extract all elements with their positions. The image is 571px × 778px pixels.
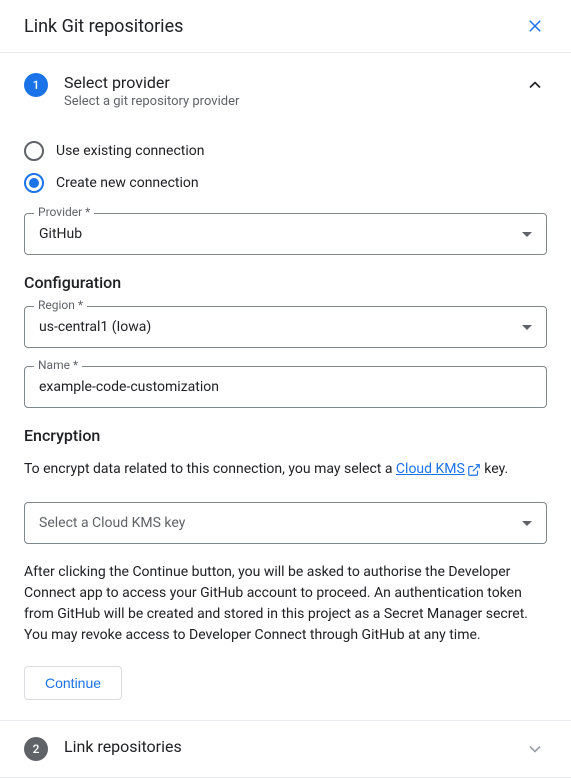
provider-value: GitHub (39, 226, 82, 242)
kms-key-field[interactable]: Select a Cloud KMS key (24, 502, 547, 544)
kms-key-placeholder: Select a Cloud KMS key (39, 515, 185, 531)
chevron-down-icon (525, 739, 545, 759)
dropdown-arrow-icon (522, 521, 532, 526)
expand-toggle[interactable] (523, 737, 547, 761)
close-button[interactable] (523, 14, 547, 38)
dropdown-arrow-icon (522, 232, 532, 237)
step1-subtitle: Select a git repository provider (64, 94, 239, 109)
provider-label: Provider * (34, 205, 94, 219)
close-icon (526, 17, 544, 35)
name-input[interactable] (24, 366, 547, 408)
dropdown-arrow-icon (522, 325, 532, 330)
region-label: Region * (34, 298, 87, 312)
region-value: us-central1 (Iowa) (39, 319, 151, 335)
connection-radio-group: Use existing connection Create new conne… (24, 141, 547, 193)
configuration-heading: Configuration (24, 273, 547, 292)
radio-label-create: Create new connection (56, 175, 199, 191)
radio-label-existing: Use existing connection (56, 143, 204, 159)
step-link-repositories: 2 Link repositories (0, 720, 571, 778)
cloud-kms-link[interactable]: Cloud KMS (396, 459, 481, 480)
step2-title: Link repositories (64, 737, 182, 756)
radio-icon-unchecked (24, 141, 44, 161)
collapse-toggle[interactable] (523, 73, 547, 97)
continue-button[interactable]: Continue (24, 666, 122, 700)
auth-info-text: After clicking the Continue button, you … (24, 562, 547, 646)
radio-use-existing[interactable]: Use existing connection (24, 141, 547, 161)
dialog-header: Link Git repositories (0, 0, 571, 53)
name-field: Name * (24, 366, 547, 408)
radio-create-new[interactable]: Create new connection (24, 173, 547, 193)
provider-field[interactable]: Provider * GitHub (24, 213, 547, 255)
step2-badge: 2 (24, 737, 48, 761)
chevron-up-icon (525, 75, 545, 95)
encryption-description: To encrypt data related to this connecti… (24, 459, 547, 480)
external-link-icon (467, 463, 481, 477)
step1-badge: 1 (24, 73, 48, 97)
step-select-provider: 1 Select provider Select a git repositor… (0, 53, 571, 720)
encryption-heading: Encryption (24, 426, 547, 445)
name-label: Name * (34, 358, 82, 372)
dialog-title: Link Git repositories (24, 16, 183, 37)
region-field[interactable]: Region * us-central1 (Iowa) (24, 306, 547, 348)
step1-title: Select provider (64, 73, 239, 92)
radio-icon-checked (24, 173, 44, 193)
